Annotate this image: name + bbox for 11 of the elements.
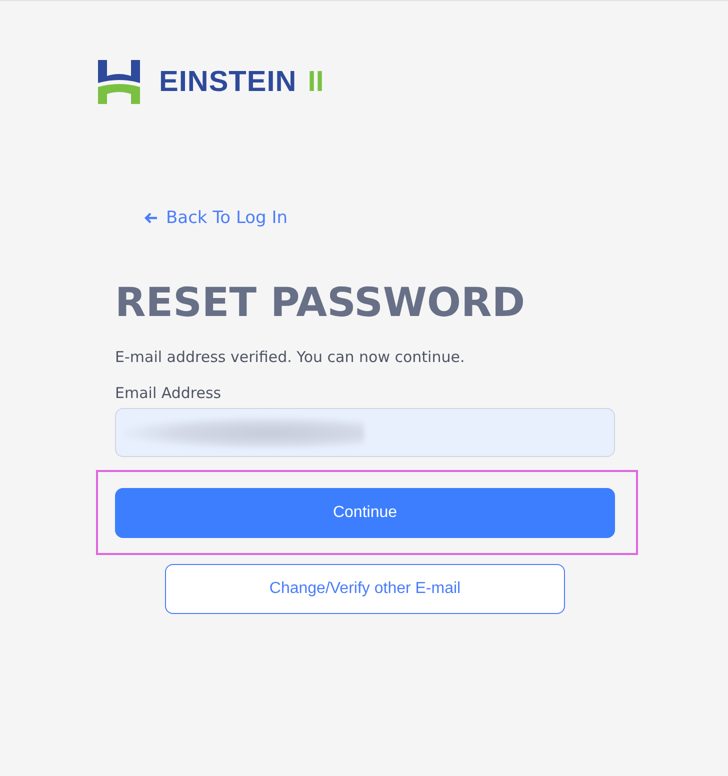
back-link[interactable]: Back To Log In [144, 208, 288, 228]
status-message: E-mail address verified. You can now continue. [115, 348, 466, 366]
page-heading: RESET PASSWORD [115, 279, 526, 327]
email-field[interactable] [115, 408, 615, 457]
change-email-button[interactable]: Change/Verify other E-mail [165, 564, 565, 614]
logo-text: EINSTEIN [159, 66, 297, 98]
arrow-left-icon [144, 212, 158, 224]
logo-icon [98, 60, 140, 104]
continue-button[interactable]: Continue [115, 488, 615, 538]
field-label: Email Address [115, 384, 222, 402]
logo-suffix: II [308, 66, 324, 98]
